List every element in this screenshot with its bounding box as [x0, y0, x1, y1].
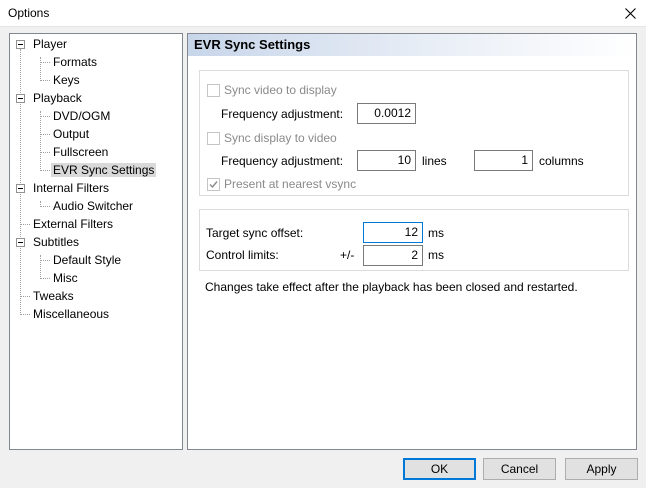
frequency-adjustment-label-2: Frequency adjustment:	[221, 154, 344, 168]
tree-item-miscellaneous[interactable]: Miscellaneous	[31, 305, 111, 323]
tree-item-evr-sync-settings[interactable]: EVR Sync Settings	[51, 161, 157, 179]
settings-panel: EVR Sync Settings Sync video to display …	[187, 33, 637, 450]
tree-item-label: Output	[53, 127, 90, 141]
control-limits-input[interactable]: 2	[363, 245, 423, 266]
tree-item-formats[interactable]: Formats	[51, 53, 99, 71]
tree-item-tweaks[interactable]: Tweaks	[31, 287, 76, 305]
title-bar: Options	[0, 0, 646, 27]
target-sync-offset-label: Target sync offset:	[206, 226, 304, 240]
collapse-icon-player[interactable]	[16, 40, 25, 49]
tree-item-label: Playback	[33, 91, 82, 105]
tree-item-label: DVD/OGM	[53, 109, 111, 123]
tree-item-label: External Filters	[33, 217, 114, 231]
tree-item-label: Keys	[53, 73, 80, 87]
present-vsync-label: Present at nearest vsync	[224, 177, 357, 191]
cancel-button[interactable]: Cancel	[483, 458, 556, 480]
columns-unit: columns	[539, 154, 584, 168]
frequency-adjustment-label: Frequency adjustment:	[221, 107, 344, 121]
tree-item-fullscreen[interactable]: Fullscreen	[51, 143, 110, 161]
control-limits-label: Control limits:	[206, 248, 279, 262]
tree-item-label: Player	[33, 37, 68, 51]
tree-item-label: Misc	[53, 271, 78, 285]
target-sync-offset-unit: ms	[428, 226, 444, 240]
tree-item-audio-switcher[interactable]: Audio Switcher	[51, 197, 135, 215]
tree-item-label: Audio Switcher	[53, 199, 134, 213]
tree-item-player[interactable]: Player	[31, 35, 69, 53]
tree-item-keys[interactable]: Keys	[51, 71, 82, 89]
tree-item-label: Internal Filters	[33, 181, 110, 195]
present-vsync-checkbox[interactable]	[207, 178, 220, 191]
tree-item-label: Default Style	[53, 253, 122, 267]
tree-item-label: Tweaks	[33, 289, 74, 303]
control-limits-unit: ms	[428, 248, 444, 262]
panel-header: EVR Sync Settings	[188, 34, 636, 56]
target-sync-offset-input[interactable]: 12	[363, 222, 423, 243]
close-button[interactable]	[614, 0, 646, 27]
tree-item-playback[interactable]: Playback	[31, 89, 84, 107]
tree-item-internal-filters[interactable]: Internal Filters	[31, 179, 111, 197]
tree-item-output[interactable]: Output	[51, 125, 91, 143]
window-title: Options	[8, 6, 50, 20]
tree-item-dvd-ogm[interactable]: DVD/OGM	[51, 107, 112, 125]
tree-item-misc[interactable]: Misc	[51, 269, 80, 287]
sync-video-checkbox[interactable]	[207, 84, 220, 97]
tree-item-label: Fullscreen	[53, 145, 109, 159]
options-tree[interactable]: Player Formats Keys Playback DVD/OGM Out…	[9, 33, 183, 450]
checkmark-icon	[209, 181, 218, 189]
lines-unit: lines	[422, 154, 447, 168]
sync-video-label: Sync video to display	[224, 83, 337, 97]
sync-display-checkbox[interactable]	[207, 132, 220, 145]
control-limits-prefix: +/-	[340, 248, 355, 262]
close-icon	[624, 8, 636, 19]
tree-item-default-style[interactable]: Default Style	[51, 251, 123, 269]
apply-button[interactable]: Apply	[565, 458, 638, 480]
tree-item-label: Miscellaneous	[33, 307, 110, 321]
sync-group: Sync video to display Frequency adjustme…	[199, 70, 629, 196]
tree-item-subtitles[interactable]: Subtitles	[31, 233, 81, 251]
ok-button[interactable]: OK	[403, 458, 476, 480]
page-title: EVR Sync Settings	[194, 37, 311, 52]
lines-input[interactable]: 10	[357, 150, 416, 171]
tree-item-label: Subtitles	[33, 235, 80, 249]
sync-display-label: Sync display to video	[224, 131, 337, 145]
restart-note: Changes take effect after the playback h…	[205, 280, 578, 294]
collapse-icon-internal-filters[interactable]	[16, 184, 25, 193]
collapse-icon-subtitles[interactable]	[16, 238, 25, 247]
frequency-adjustment-input[interactable]: 0.0012	[357, 103, 416, 124]
tree-item-label: Formats	[53, 55, 98, 69]
columns-input[interactable]: 1	[474, 150, 533, 171]
offset-group: Target sync offset: 12 ms Control limits…	[199, 209, 629, 271]
collapse-icon-playback[interactable]	[16, 94, 25, 103]
tree-item-label: EVR Sync Settings	[51, 163, 157, 177]
tree-item-external-filters[interactable]: External Filters	[31, 215, 115, 233]
